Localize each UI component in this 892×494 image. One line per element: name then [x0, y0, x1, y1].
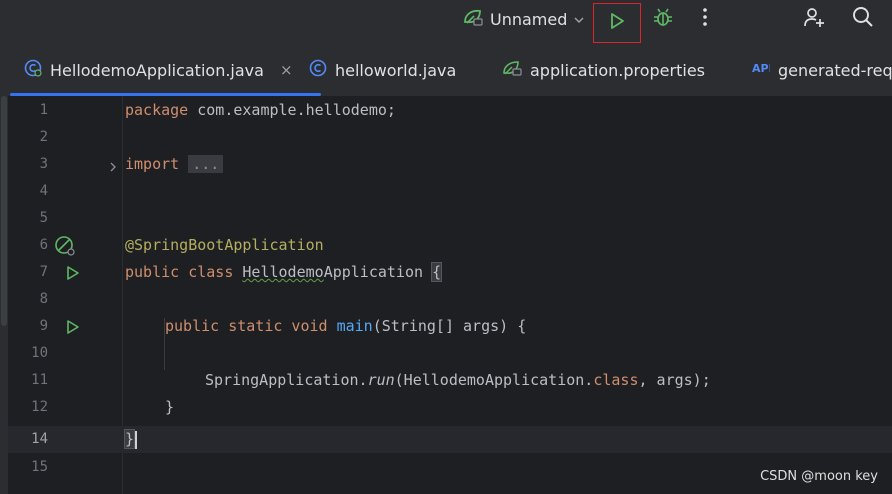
- code-text: }: [165, 398, 175, 416]
- line-number: 4: [39, 183, 48, 199]
- code-line-10[interactable]: 10: [8, 340, 892, 367]
- run-play-icon: [607, 11, 627, 35]
- code-line-12[interactable]: 12 }: [8, 394, 892, 421]
- more-vertical-icon: [702, 7, 708, 31]
- debug-button[interactable]: [648, 4, 678, 34]
- line-number: 11: [31, 372, 48, 388]
- text-caret: [135, 430, 138, 449]
- spring-properties-icon: [502, 59, 522, 81]
- svg-text:API: API: [752, 62, 770, 75]
- more-actions-button[interactable]: [690, 4, 720, 34]
- line-number: 9: [39, 318, 48, 334]
- add-user-icon: [802, 5, 826, 33]
- code-line-9[interactable]: 9 public static void main(String[] args)…: [8, 313, 892, 340]
- line-number: 5: [39, 210, 48, 226]
- tab-application-properties[interactable]: application.properties: [502, 44, 705, 96]
- tab-label: application.properties: [530, 60, 705, 80]
- code-text: @SpringBootApplication: [125, 236, 324, 254]
- code-line-6[interactable]: 6 @SpringBootApplication: [8, 232, 892, 259]
- watermark: CSDN @moon key: [760, 469, 878, 484]
- code-line-3[interactable]: 3 import ...: [8, 151, 892, 178]
- run-gutter-icon[interactable]: [65, 265, 81, 285]
- fold-expand-icon[interactable]: [108, 158, 118, 177]
- line-number: 14: [31, 431, 48, 447]
- code-editor[interactable]: 1 package com.example.hellodemo; 2 3 imp…: [0, 96, 892, 494]
- search-icon: [851, 5, 875, 33]
- bug-icon: [652, 6, 674, 32]
- line-number: 12: [31, 399, 48, 415]
- scrollbar-thumb[interactable]: [1, 96, 7, 326]
- code-line-1[interactable]: 1 package com.example.hellodemo;: [8, 97, 892, 124]
- code-line-14-current[interactable]: 14 }: [8, 426, 892, 453]
- code-line-7[interactable]: 7 public class HellodemoApplication {: [8, 259, 892, 286]
- line-number: 10: [31, 345, 48, 361]
- tab-label: helloworld.java: [335, 60, 457, 80]
- run-button[interactable]: [593, 3, 641, 43]
- run-gutter-icon[interactable]: [65, 319, 81, 339]
- code-text: package com.example.hellodemo;: [125, 101, 396, 119]
- chevron-down-icon: [573, 10, 585, 29]
- java-class-icon: [24, 59, 42, 81]
- java-class-icon: [309, 59, 327, 81]
- line-number: 15: [31, 459, 48, 475]
- code-line-8[interactable]: 8: [8, 286, 892, 313]
- line-number: 7: [39, 264, 48, 280]
- folded-imports[interactable]: ...: [188, 155, 224, 173]
- spring-bean-gutter-icon[interactable]: [54, 235, 76, 261]
- spring-boot-icon: [462, 7, 484, 31]
- search-button[interactable]: [848, 4, 878, 34]
- run-configuration-label: Unnamed: [490, 9, 568, 29]
- add-user-button[interactable]: [799, 4, 829, 34]
- tab-generated-requests[interactable]: API generated-requ: [752, 44, 892, 96]
- code-text: public class HellodemoApplication {: [125, 262, 443, 282]
- code-text: public static void main(String[] args) {: [165, 317, 527, 335]
- tab-hellodemo-application[interactable]: HellodemoApplication.java ×: [10, 44, 320, 96]
- line-number: 6: [39, 237, 48, 253]
- run-configuration-selector[interactable]: Unnamed: [462, 6, 585, 32]
- tab-helloworld[interactable]: helloworld.java: [309, 44, 456, 96]
- main-toolbar: Unnamed: [0, 0, 892, 44]
- line-number: 3: [39, 156, 48, 172]
- code-line-4[interactable]: 4: [8, 178, 892, 205]
- code-text: }: [123, 426, 138, 453]
- code-text: import ...: [125, 151, 224, 178]
- line-number: 8: [39, 291, 48, 307]
- code-line-5[interactable]: 5: [8, 205, 892, 232]
- line-number: 1: [39, 102, 48, 118]
- left-scrollbar[interactable]: [0, 96, 8, 494]
- tab-label: generated-requ: [778, 60, 892, 80]
- code-line-2[interactable]: 2: [8, 124, 892, 151]
- api-icon: API: [752, 60, 773, 80]
- close-tab-icon[interactable]: ×: [280, 61, 293, 79]
- code-line-11[interactable]: 11 SpringApplication.run(HellodemoApplic…: [8, 367, 892, 394]
- line-number: 2: [39, 129, 48, 145]
- code-text: SpringApplication.run(HellodemoApplicati…: [205, 371, 711, 389]
- tab-label: HellodemoApplication.java: [50, 60, 264, 80]
- editor-tab-bar: HellodemoApplication.java × helloworld.j…: [0, 44, 892, 97]
